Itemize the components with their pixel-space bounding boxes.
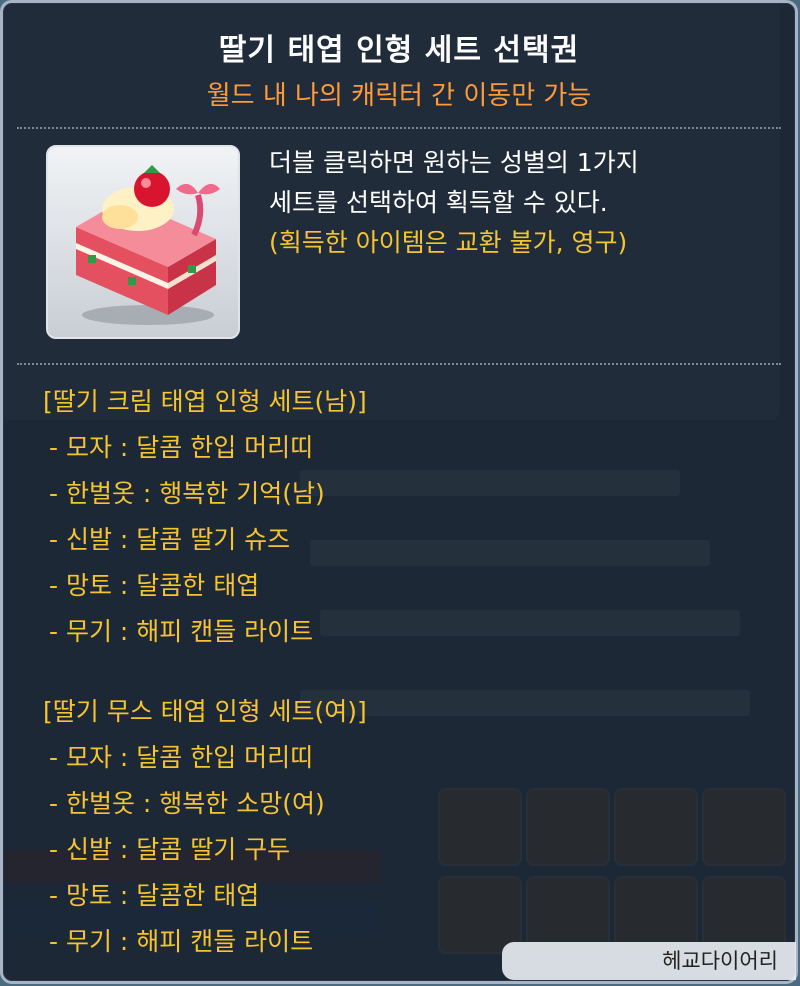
trade-restriction-text: 월드 내 나의 캐릭터 간 이동만 가능	[206, 81, 592, 111]
set-item: - 한벌옷 : 행복한 기억(남)	[49, 479, 325, 508]
set-section: [딸기 크림 태엽 인형 세트(남)] - 모자 : 달콤 한입 머리띠 - 한…	[43, 379, 783, 655]
set-item: - 무기 : 해피 캔들 라이트	[49, 617, 314, 646]
description-line: 세트를 선택하여 획득할 수 있다.	[269, 188, 608, 217]
divider	[17, 127, 781, 129]
set-title: [딸기 크림 태엽 인형 세트(남)]	[43, 387, 367, 416]
set-item: - 한벌옷 : 행복한 소망(여)	[49, 789, 325, 818]
set-item: - 모자 : 달콤 한입 머리띠	[49, 743, 314, 772]
divider	[17, 363, 781, 365]
strawberry-cake-icon	[76, 165, 220, 325]
item-title: 딸기 태엽 인형 세트 선택권	[218, 33, 580, 68]
set-item: - 망토 : 달콤한 태엽	[49, 881, 260, 910]
description-note: (획득한 아이템은 교환 불가, 영구)	[269, 228, 628, 257]
set-section: [딸기 무스 태엽 인형 세트(여)] - 모자 : 달콤 한입 머리띠 - 한…	[43, 689, 783, 965]
watermark-label: 헤교다이어리	[502, 942, 796, 980]
set-item: - 신발 : 달콤 딸기 구두	[49, 835, 291, 864]
set-item: - 망토 : 달콤한 태엽	[49, 571, 260, 600]
set-item: - 모자 : 달콤 한입 머리띠	[49, 433, 314, 462]
item-icon-frame	[46, 145, 240, 339]
description-line: 더블 클릭하면 원하는 성별의 1가지	[269, 148, 639, 177]
item-tooltip: 딸기 태엽 인형 세트 선택권 월드 내 나의 캐릭터 간 이동만 가능 더블 …	[0, 0, 798, 984]
set-item: - 신발 : 달콤 딸기 슈즈	[49, 525, 291, 554]
item-description: 더블 클릭하면 원하는 성별의 1가지 세트를 선택하여 획득할 수 있다. (…	[269, 143, 779, 263]
set-title: [딸기 무스 태엽 인형 세트(여)]	[43, 697, 367, 726]
set-contents: [딸기 크림 태엽 인형 세트(남)] - 모자 : 달콤 한입 머리띠 - 한…	[43, 379, 783, 965]
